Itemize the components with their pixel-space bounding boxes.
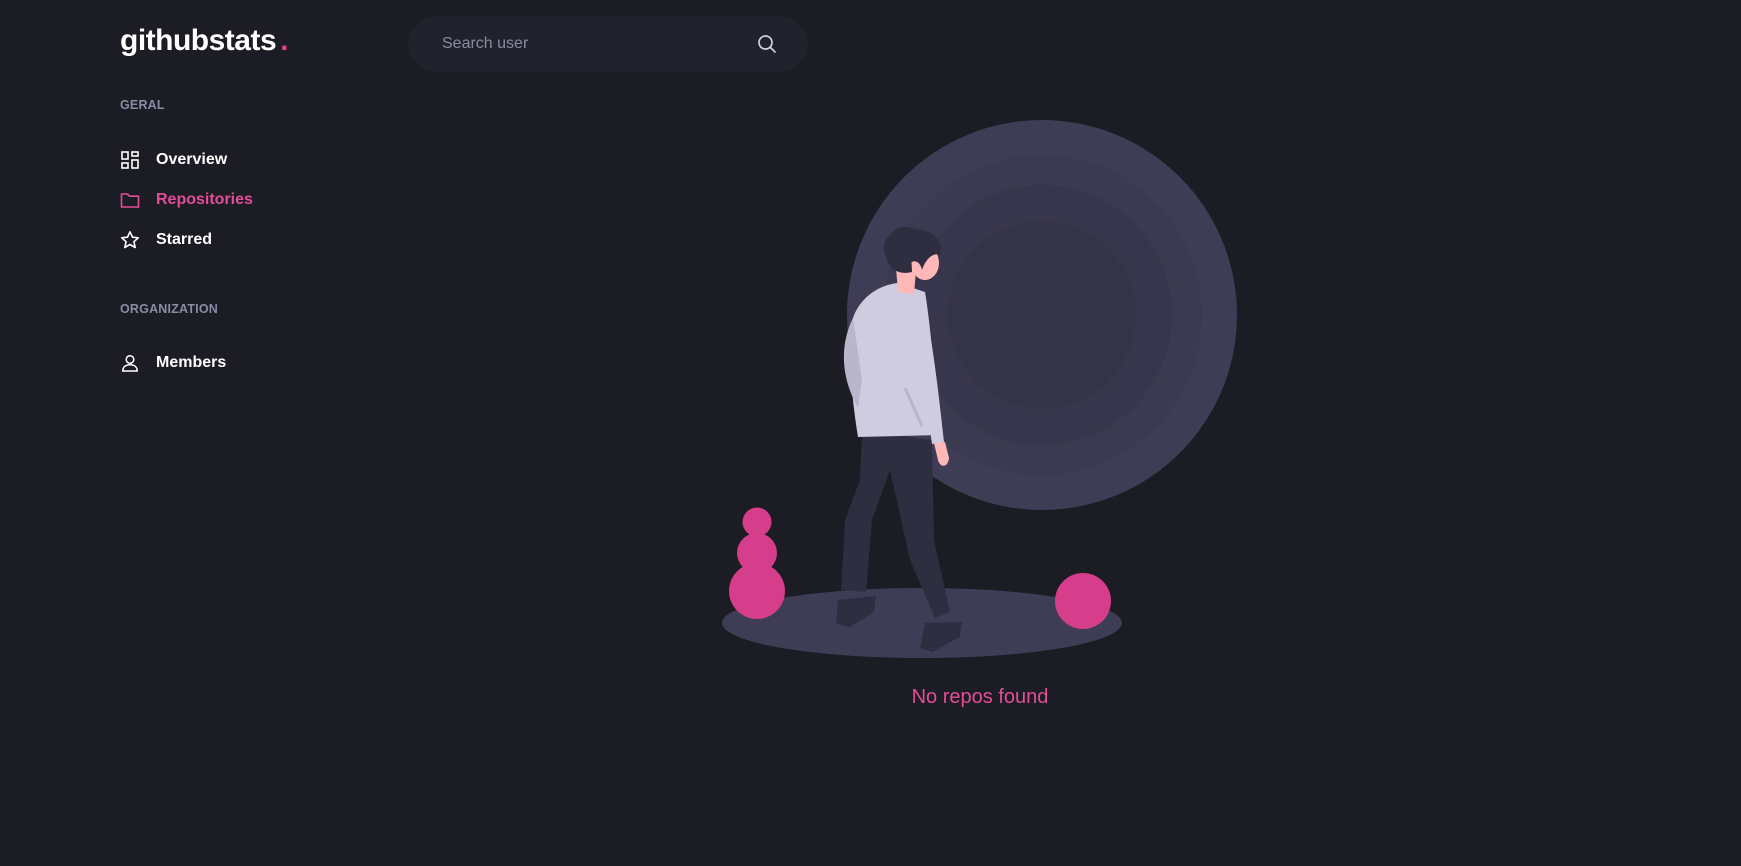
empty-state-message: No repos found	[911, 686, 1049, 708]
empty-state-illustration	[722, 120, 1237, 658]
app-page: githubstats . GERAL Overview Repositorie…	[0, 0, 1741, 866]
